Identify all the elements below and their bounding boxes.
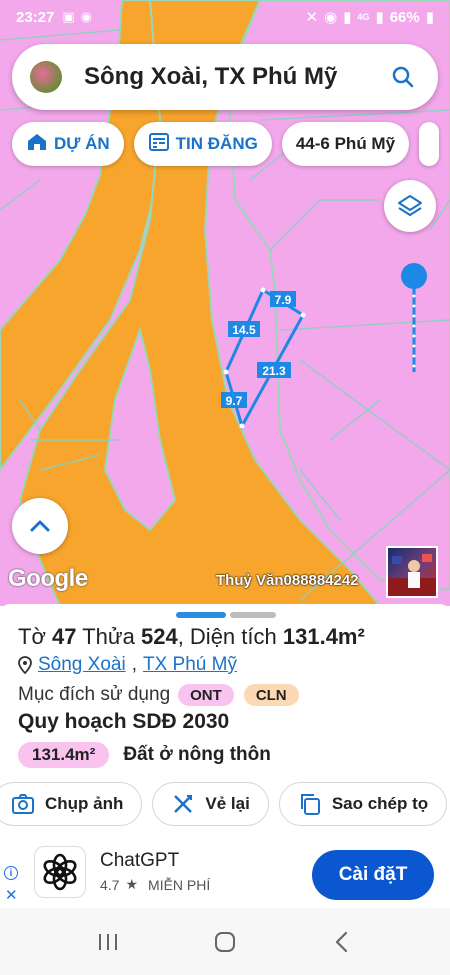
- chip-label: DỰ ÁN: [54, 134, 110, 153]
- chip-label: TIN ĐĂNG: [175, 134, 258, 153]
- purpose-tag-cln: CLN: [243, 684, 299, 706]
- battery-text: 66%: [389, 8, 420, 26]
- chevron-up-icon: [30, 520, 50, 532]
- network-label: 4G: [357, 12, 370, 22]
- watermark-text: Thuỷ Văn088884242: [216, 572, 359, 589]
- copy-icon: [300, 794, 320, 815]
- user-thumbnail[interactable]: [386, 546, 438, 598]
- ad-price: MIỄN PHÍ: [148, 876, 211, 893]
- status-bar: 23:27 ▣ ◉ ✕ ◉ ▮ 4G ▮ 66% ▮: [0, 0, 450, 34]
- map-view[interactable]: 7.9 14.5 21.3 9.7 23:27 ▣ ◉ ✕ ◉ ▮ 4G ▮ 6…: [0, 0, 450, 606]
- edge-label-left-lower: 9.7: [221, 392, 247, 408]
- ad-banner[interactable]: i ✕ ChatGPT 4.7 ★ MIỄN PHÍ Cài đặT: [0, 840, 450, 908]
- camera-icon: [12, 794, 34, 814]
- ad-app-name: ChatGPT: [100, 850, 180, 871]
- home-icon[interactable]: [205, 922, 245, 962]
- purpose-label: Mục đích sử dụng: [18, 684, 171, 705]
- chrome-icon: ◉: [80, 9, 93, 24]
- filter-chips: DỰ ÁN TIN ĐĂNG 44-6 Phú Mỹ: [12, 122, 440, 166]
- house-icon: [26, 132, 48, 157]
- location-pin-icon: [18, 656, 32, 674]
- sheet-handle[interactable]: [176, 612, 276, 618]
- edge-label-right: 21.3: [257, 362, 291, 378]
- chip-tin-dang[interactable]: TIN ĐĂNG: [133, 122, 272, 166]
- purpose-row: Mục đích sử dụng ONT CLN: [18, 684, 299, 706]
- chip-du-an[interactable]: DỰ ÁN: [12, 122, 124, 166]
- search-icon[interactable]: [388, 62, 418, 92]
- avatar[interactable]: [30, 61, 62, 93]
- svg-text:21.3: 21.3: [262, 364, 286, 378]
- parcel-vertex: [300, 312, 306, 318]
- parcel-vertex: [260, 287, 266, 293]
- expand-button[interactable]: [12, 498, 68, 554]
- install-button[interactable]: Cài đặT: [312, 850, 434, 900]
- signal-icon: ▮: [343, 9, 352, 26]
- parcel-info-sheet[interactable]: Tờ 47 Thửa 524, Diện tích 131.4m² Sông X…: [0, 604, 450, 840]
- ad-info-icon[interactable]: i: [4, 866, 18, 880]
- parcel-vertex: [239, 423, 245, 429]
- layers-icon: [398, 195, 422, 216]
- system-nav-bar: [0, 908, 450, 975]
- star-icon: ★: [125, 876, 139, 892]
- layers-button[interactable]: [384, 180, 436, 232]
- redraw-icon: [174, 795, 193, 813]
- parcel-title: Tờ 47 Thửa 524, Diện tích 131.4m²: [18, 624, 365, 649]
- parcel-vertex: [223, 369, 229, 375]
- svg-text:9.7: 9.7: [226, 394, 243, 408]
- action-buttons: Chụp ảnh Vẻ lại Sao chép tọ: [0, 782, 448, 826]
- plan-area-badge: 131.4m²: [18, 742, 110, 768]
- gallery-icon: ▣: [62, 9, 75, 24]
- ad-meta: 4.7 ★ MIỄN PHÍ: [100, 876, 210, 893]
- purpose-tag-ont: ONT: [178, 684, 234, 706]
- capture-photo-button[interactable]: Chụp ảnh: [0, 782, 143, 826]
- opacity-slider[interactable]: [400, 262, 428, 376]
- clock: 23:27: [16, 8, 55, 26]
- mute-icon: ✕: [305, 9, 319, 26]
- search-bar[interactable]: Sông Xoài, TX Phú Mỹ: [12, 44, 438, 110]
- svg-text:14.5: 14.5: [232, 323, 256, 337]
- svg-text:7.9: 7.9: [275, 293, 292, 307]
- plan-row: 131.4m² Đất ở nông thôn: [18, 742, 271, 768]
- close-icon[interactable]: ✕: [5, 886, 18, 904]
- signal-icon: ▮: [375, 9, 384, 26]
- chip-area-code[interactable]: 44-6 Phú Mỹ: [281, 122, 410, 166]
- list-icon: [148, 132, 170, 157]
- recent-apps-icon[interactable]: [88, 922, 128, 962]
- battery-icon: ▮: [425, 9, 434, 26]
- location-row: Sông Xoài, TX Phú Mỹ: [18, 654, 237, 676]
- location-link-town[interactable]: TX Phú Mỹ: [143, 654, 237, 676]
- chip-more[interactable]: [419, 122, 440, 166]
- location-icon: ◉: [324, 9, 338, 26]
- chatgpt-logo-icon[interactable]: [34, 846, 86, 898]
- location-link-commune[interactable]: Sông Xoài: [38, 654, 126, 676]
- redraw-button[interactable]: Vẻ lại: [152, 782, 269, 826]
- search-title[interactable]: Sông Xoài, TX Phú Mỹ: [84, 63, 388, 91]
- plan-title: Quy hoạch SDĐ 2030: [18, 710, 230, 733]
- back-icon[interactable]: [322, 922, 362, 962]
- edge-label-top: 7.9: [270, 291, 296, 307]
- edge-label-left-upper: 14.5: [228, 321, 260, 337]
- ad-rating: 4.7: [100, 876, 120, 893]
- chip-label: 44-6 Phú Mỹ: [295, 134, 396, 153]
- google-logo: Google: [8, 565, 88, 592]
- plan-description: Đất ở nông thôn: [123, 744, 271, 765]
- slider-handle: [401, 263, 427, 289]
- copy-coordinates-button[interactable]: Sao chép tọ: [278, 782, 448, 826]
